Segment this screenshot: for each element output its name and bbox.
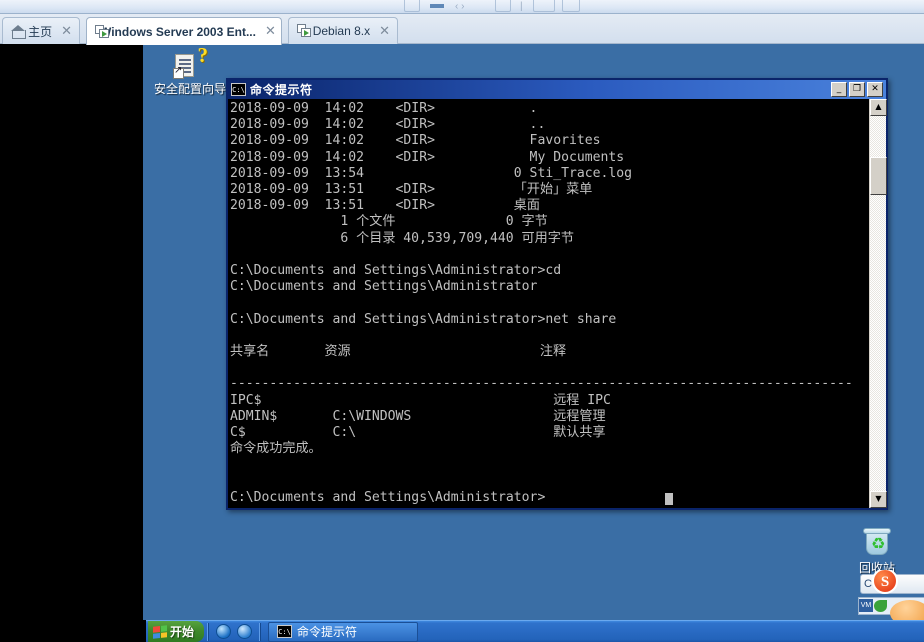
security-configuration-wizard-icon: ?	[173, 45, 208, 80]
tab-close-icon[interactable]: ✕	[61, 25, 72, 38]
tab-home[interactable]: 主页 ✕	[2, 17, 80, 44]
console-body[interactable]: 2018-09-09 14:02 <DIR> . 2018-09-09 14:0…	[228, 99, 887, 508]
console-icon: C:\	[277, 625, 293, 638]
quick-launch-bar	[212, 624, 256, 639]
ime-bubble-icon	[890, 600, 924, 620]
scroll-thumb[interactable]	[870, 157, 887, 195]
toolbar-icon-2[interactable]	[430, 4, 444, 8]
screen: ‹ › | 主页 ✕ Windows Server 2003 Ent... ✕ …	[0, 0, 924, 642]
desktop-icon-label: 安全配置向导	[153, 82, 226, 96]
toolbar-icon-6[interactable]	[562, 0, 580, 12]
minimize-button[interactable]: _	[831, 82, 847, 97]
scroll-up-button[interactable]: ▲	[870, 99, 887, 116]
taskbar-item-command-prompt[interactable]: C:\ 命令提示符	[268, 621, 419, 642]
window-title-bar[interactable]: C:\ 命令提示符 _ ❐ ✕	[228, 80, 886, 99]
console-vertical-scrollbar[interactable]: ▲ ▼	[869, 99, 887, 508]
sogou-ime-toolbar[interactable]: C S VM	[858, 570, 924, 620]
toolbar-icon-4[interactable]	[495, 0, 511, 12]
tab-close-icon[interactable]: ✕	[379, 25, 390, 38]
windows-taskbar: 开始 C:\ 命令提示符	[146, 620, 924, 642]
taskbar-item-label: 命令提示符	[297, 625, 358, 639]
tab-debian[interactable]: Debian 8.x ✕	[288, 17, 398, 44]
console-caret	[665, 493, 673, 505]
tab-label: Windows Server 2003 Ent...	[100, 24, 256, 39]
close-button[interactable]: ✕	[867, 82, 883, 97]
home-icon	[11, 24, 27, 39]
browser-tab-bar: 主页 ✕ Windows Server 2003 Ent... ✕ Debian…	[0, 14, 924, 45]
windows-flag-icon	[153, 624, 167, 639]
toolbar-separator: |	[520, 1, 523, 12]
browser-icon[interactable]	[237, 624, 253, 639]
taskbar-task-list: C:\ 命令提示符	[268, 621, 419, 642]
taskbar-separator-2	[259, 622, 262, 641]
toolbar-icon-1[interactable]	[404, 0, 420, 12]
tab-windows-server-2003[interactable]: Windows Server 2003 Ent... ✕	[86, 17, 282, 45]
tab-close-icon[interactable]: ✕	[265, 25, 276, 38]
recycle-bin-icon: ♻	[860, 527, 894, 559]
virtual-machine-icon	[297, 24, 311, 38]
console-output: 2018-09-09 14:02 <DIR> . 2018-09-09 14:0…	[230, 101, 853, 505]
window-title: 命令提示符	[250, 83, 313, 97]
tab-label: 主页	[28, 24, 53, 39]
window-controls: _ ❐ ✕	[831, 82, 886, 97]
vm-tray-icon[interactable]: VM	[859, 599, 873, 612]
maximize-button[interactable]: ❐	[849, 82, 865, 97]
toolbar-icon-3[interactable]: ‹ ›	[455, 1, 464, 12]
taskbar-separator	[207, 622, 210, 641]
tab-label: Debian 8.x	[312, 24, 371, 38]
internet-explorer-icon[interactable]	[216, 624, 232, 639]
start-button[interactable]: 开始	[148, 621, 205, 642]
scroll-down-button[interactable]: ▼	[870, 491, 887, 508]
command-prompt-window[interactable]: C:\ 命令提示符 _ ❐ ✕ 2018-09-09 14:02 <DIR> .…	[226, 78, 888, 510]
desktop-icon-recycle-bin[interactable]: ♻ 回收站	[831, 527, 923, 575]
desktop-icon-security-configuration-wizard[interactable]: ? 安全配置向导	[144, 45, 236, 97]
toolbar-icon-5[interactable]	[533, 0, 555, 12]
blank-area-left	[0, 44, 143, 620]
console-icon: C:\	[231, 83, 246, 96]
start-button-label: 开始	[170, 625, 195, 639]
blank-area-bottom-left	[0, 620, 146, 642]
ime-leaf-icon	[874, 600, 887, 612]
browser-toolbar-strip: ‹ › |	[0, 0, 924, 14]
